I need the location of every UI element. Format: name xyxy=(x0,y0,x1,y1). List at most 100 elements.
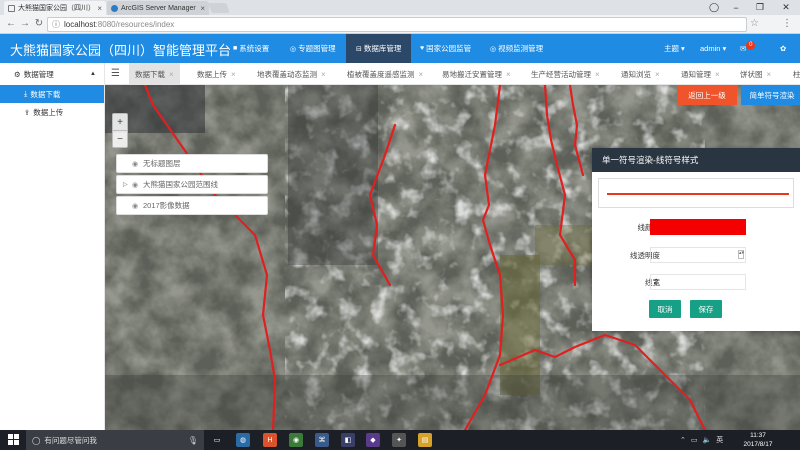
reload-icon[interactable]: ↻ xyxy=(33,18,45,30)
volume-icon[interactable]: 🔈 xyxy=(703,436,712,444)
eye-icon[interactable]: ◉ xyxy=(132,202,140,210)
close-icon[interactable]: × xyxy=(506,70,511,79)
user-menu[interactable]: admin ▾ xyxy=(700,34,726,63)
caret-down-icon: ▾ xyxy=(722,44,727,53)
app-icon[interactable]: ◍ xyxy=(236,433,250,447)
url-input[interactable]: ⓘ localhost:8080/resources/index xyxy=(47,17,747,32)
sidebar-item-upload[interactable]: ⇪ 数据上传 xyxy=(0,103,104,121)
gear-icon[interactable]: ✿ xyxy=(780,34,786,63)
address-bar: ← → ↻ ⓘ localhost:8080/resources/index ☆… xyxy=(0,15,800,34)
sidebar-group-data-management[interactable]: ⚙ 数据管理 ▲ xyxy=(0,63,104,85)
app-icon[interactable]: ⌘ xyxy=(315,433,329,447)
info-icon: ⓘ xyxy=(52,20,60,29)
browser-tab-arcgis[interactable]: ArcGIS Server Manager × xyxy=(107,1,209,15)
simple-symbol-render-button[interactable]: 简单符号渲染 xyxy=(741,85,800,105)
tab-notice-browse[interactable]: 通知浏览 × xyxy=(615,63,666,85)
app-icon[interactable]: ✦ xyxy=(392,433,406,447)
close-icon[interactable]: × xyxy=(767,70,772,79)
layer-item[interactable]: ◉ 2017影像数据 xyxy=(116,196,268,215)
system-tray: ⌃ ▭ 🔈 英 xyxy=(680,430,723,450)
mail-badge: 0 xyxy=(746,41,756,50)
tab-data-upload[interactable]: 数据上传 × xyxy=(191,63,242,85)
nav-label: 专题图管理 xyxy=(298,44,336,53)
url-path: :8080/resources/index xyxy=(95,20,175,29)
task-view-icon[interactable]: ▭ xyxy=(210,433,224,447)
zoom-in-button[interactable]: + xyxy=(113,114,127,131)
close-icon[interactable]: × xyxy=(321,70,326,79)
layer-item[interactable]: ◉ 无标题图层 xyxy=(116,154,268,173)
forward-arrow-icon[interactable]: → xyxy=(19,18,31,30)
caret-down-icon: ▾ xyxy=(681,44,685,53)
stepper-icon[interactable]: ▴▾ xyxy=(738,250,744,259)
tab-label: 通知管理 xyxy=(681,69,711,79)
search-placeholder: 有问题尽管问我 xyxy=(44,435,97,445)
chrome-icon[interactable]: ◉ xyxy=(289,433,303,447)
close-icon[interactable]: × xyxy=(231,70,236,79)
settings-icon: ■ xyxy=(233,45,238,52)
nav-thematic-maps[interactable]: ◎ 专题图管理 xyxy=(290,34,336,63)
microphone-icon[interactable]: 🎙 xyxy=(188,436,198,445)
browser-tab-strip: 大熊猫国家公园（四川） × ArcGIS Server Manager × ◯ … xyxy=(0,0,800,15)
layer-label: 2017影像数据 xyxy=(143,201,190,210)
tab-bar-chart[interactable]: 柱 xyxy=(787,63,800,85)
line-width-row: 线宽 2 xyxy=(592,274,800,290)
eye-icon[interactable]: ◉ xyxy=(132,181,140,189)
expand-arrow-icon[interactable]: ▷ xyxy=(123,181,129,188)
tab-data-download[interactable]: 数据下载 × xyxy=(129,63,180,85)
maximize-icon[interactable]: ❐ xyxy=(746,0,774,15)
close-icon[interactable]: × xyxy=(200,4,205,13)
taskbar-search-box[interactable]: ◯ 有问题尽管问我 🎙 xyxy=(26,430,204,450)
tab-vegetation[interactable]: 植被覆盖度遥感监测 × xyxy=(341,63,429,85)
layer-item[interactable]: ▷ ◉ 大熊猫国家公园范围线 xyxy=(116,175,268,194)
close-icon[interactable]: × xyxy=(715,70,720,79)
app-icon[interactable]: H xyxy=(263,433,277,447)
url-host: localhost xyxy=(64,20,96,29)
tab-label: 地表覆盖动态监测 xyxy=(257,69,317,79)
close-icon[interactable]: × xyxy=(595,70,600,79)
nav-database[interactable]: ⊟ 数据库管理 xyxy=(346,34,412,63)
input-language[interactable]: 英 xyxy=(716,435,723,445)
network-icon[interactable]: ▭ xyxy=(691,436,698,444)
tab-production[interactable]: 生产经营活动管理 × xyxy=(525,63,606,85)
camera-icon: ◎ xyxy=(490,45,497,53)
browser-tab-active[interactable]: 大熊猫国家公园（四川） × xyxy=(4,1,106,15)
tab-pie-chart[interactable]: 饼状图 × xyxy=(734,63,777,85)
close-icon[interactable]: × xyxy=(419,70,424,79)
sidebar-item-download[interactable]: ⤓ 数据下载 xyxy=(0,85,104,103)
close-icon[interactable]: × xyxy=(97,4,102,13)
close-icon[interactable]: × xyxy=(655,70,660,79)
page-icon xyxy=(8,4,15,12)
tab-relocation[interactable]: 易地搬迁安置管理 × xyxy=(436,63,517,85)
new-tab-button[interactable] xyxy=(208,3,230,13)
menu-toggle-icon[interactable]: ☰ xyxy=(111,68,120,79)
cortana-icon: ◯ xyxy=(32,435,41,445)
tab-notice-manage[interactable]: 通知管理 × xyxy=(675,63,726,85)
folder-icon[interactable]: ▤ xyxy=(418,433,432,447)
nav-park-supervision[interactable]: ♥ 国家公园监管 xyxy=(420,34,471,63)
line-color-picker[interactable] xyxy=(650,219,746,235)
nav-system-settings[interactable]: ■ 系统设置 xyxy=(233,34,269,63)
tab-label: 饼状图 xyxy=(740,69,763,79)
close-icon[interactable]: × xyxy=(169,70,174,79)
windows-start-icon[interactable] xyxy=(8,434,20,446)
back-arrow-icon[interactable]: ← xyxy=(5,18,17,30)
chevron-up-icon[interactable]: ⌃ xyxy=(680,436,686,444)
window-close-icon[interactable]: ✕ xyxy=(772,0,800,15)
line-opacity-input[interactable] xyxy=(650,247,746,263)
app-icon[interactable]: ◆ xyxy=(366,433,380,447)
tab-land-cover[interactable]: 地表覆盖动态监测 × xyxy=(251,63,332,85)
save-button[interactable]: 保存 xyxy=(690,300,722,318)
nav-label: 数据库管理 xyxy=(363,44,402,53)
nav-video-monitoring[interactable]: ◎ 视频监测管理 xyxy=(490,34,543,63)
bookmark-star-icon[interactable]: ☆ xyxy=(750,18,759,29)
eye-icon[interactable]: ◉ xyxy=(132,160,140,168)
line-width-input[interactable]: 2 xyxy=(650,274,746,290)
mail-button[interactable]: ✉ 0 xyxy=(740,34,756,63)
cancel-button[interactable]: 取消 xyxy=(649,300,681,318)
zoom-out-button[interactable]: − xyxy=(113,131,127,148)
back-to-parent-button[interactable]: 返回上一级 xyxy=(677,85,737,105)
theme-menu[interactable]: 主题 ▾ xyxy=(664,34,685,63)
taskbar-clock[interactable]: 11:37 2017/8/17 xyxy=(738,431,778,449)
app-icon[interactable]: ◧ xyxy=(341,433,355,447)
browser-menu-icon[interactable]: ⋮ xyxy=(782,18,792,29)
